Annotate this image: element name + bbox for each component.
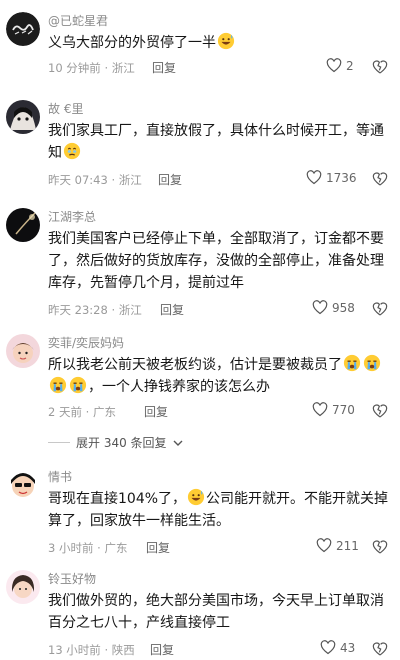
- comment-text-part: 义乌大部分的外贸停了一半: [48, 35, 216, 51]
- like-count: 43: [340, 640, 356, 655]
- like-button[interactable]: 770: [312, 402, 355, 417]
- chevron-down-icon: [173, 440, 183, 446]
- time-location: 昨天 23:28 · 浙江: [48, 303, 142, 317]
- time-location: 3 小时前 · 广东: [48, 541, 128, 555]
- crying-emoji: [343, 354, 361, 372]
- reply-button[interactable]: 回复: [158, 171, 182, 188]
- comment-text: 我们做外贸的，绝大部分美国市场，今天早上订单取消百分之七八十，产线直接停工: [48, 590, 394, 634]
- comment-text: 我们家具工厂，直接放假了，具体什么时候开工，等通知: [48, 120, 394, 164]
- like-button[interactable]: 1736: [306, 170, 357, 185]
- text-avatar-icon: [6, 12, 40, 46]
- cartoon-avatar-icon: [6, 468, 40, 502]
- like-button[interactable]: 43: [320, 640, 355, 655]
- broken-heart-icon[interactable]: [372, 171, 388, 187]
- girl-avatar-icon: [6, 570, 40, 604]
- dark-avatar-icon: [6, 208, 40, 242]
- grin-sweat-emoji: [187, 488, 205, 506]
- divider: [48, 442, 70, 443]
- comment-text-part: 所以我老公前天被老板约谈，估计是要被裁员了: [48, 357, 342, 373]
- comment-text-part: ，一个人挣钱养家的该怎么办: [88, 379, 270, 395]
- broken-heart-icon[interactable]: [372, 403, 388, 419]
- like-count: 211: [336, 538, 359, 553]
- grin-sweat-emoji: [217, 32, 235, 50]
- comment-text-part: 我们做外贸的，绝大部分美国市场，今天早上订单取消百分之七八十，产线直接停工: [48, 593, 384, 631]
- crying-emoji: [49, 376, 67, 394]
- time-location: 13 小时前 · 陕西: [48, 643, 135, 657]
- reply-button[interactable]: 回复: [150, 641, 174, 658]
- comment-text: 义乌大部分的外贸停了一半: [48, 32, 394, 54]
- broken-heart-icon[interactable]: [372, 539, 388, 555]
- heart-icon: [326, 58, 342, 73]
- heart-icon: [312, 402, 328, 417]
- username[interactable]: 故 €里: [48, 100, 83, 117]
- like-count: 2: [346, 58, 354, 73]
- like-count: 770: [332, 402, 355, 417]
- avatar[interactable]: [6, 570, 40, 604]
- broken-heart-icon[interactable]: [372, 59, 388, 75]
- avatar[interactable]: [6, 334, 40, 368]
- child-avatar-icon: [6, 334, 40, 368]
- username[interactable]: 江湖李总: [48, 208, 96, 225]
- like-count: 958: [332, 300, 355, 315]
- like-count: 1736: [326, 170, 357, 185]
- reply-button[interactable]: 回复: [160, 301, 184, 318]
- username[interactable]: @已蛇星君: [48, 12, 108, 29]
- username[interactable]: 奕菲/奕辰妈妈: [48, 334, 124, 351]
- anime-avatar-icon: [6, 100, 40, 134]
- expand-replies-label: 展开 340 条回复: [76, 436, 167, 450]
- username[interactable]: 情书: [48, 468, 72, 485]
- broken-heart-icon[interactable]: [372, 301, 388, 317]
- comment-text-part: 我们美国客户已经停止下单，全部取消了，订金都不要了，然后做好的货放库存，没做的全…: [48, 231, 384, 291]
- heart-icon: [306, 170, 322, 185]
- like-button[interactable]: 958: [312, 300, 355, 315]
- avatar[interactable]: [6, 468, 40, 502]
- comment-text-part: 我们家具工厂，直接放假了，具体什么时候开工，等通知: [48, 123, 384, 161]
- expand-replies-button[interactable]: 展开 340 条回复: [48, 434, 183, 451]
- crying-emoji: [363, 354, 381, 372]
- heart-icon: [320, 640, 336, 655]
- reply-button[interactable]: 回复: [146, 539, 170, 556]
- comment-text-part: 哥现在直接104%了，: [48, 491, 187, 507]
- time-location: 昨天 07:43 · 浙江: [48, 173, 142, 187]
- comment-text: 哥现在直接104%了， 公司能开就开。不能开就关掉算了，回家放牛一样能生活。: [48, 488, 394, 532]
- comment-text: 我们美国客户已经停止下单，全部取消了，订金都不要了，然后做好的货放库存，没做的全…: [48, 228, 394, 294]
- avatar[interactable]: [6, 208, 40, 242]
- time-location: 2 天前 · 广东: [48, 405, 116, 419]
- time-location: 10 分钟前 · 浙江: [48, 61, 135, 75]
- like-button[interactable]: 2: [326, 58, 354, 73]
- like-button[interactable]: 211: [316, 538, 359, 553]
- avatar[interactable]: [6, 100, 40, 134]
- avatar[interactable]: [6, 12, 40, 46]
- crying-emoji: [69, 376, 87, 394]
- username[interactable]: 铃玉好物: [48, 570, 96, 587]
- heart-icon: [312, 300, 328, 315]
- reply-button[interactable]: 回复: [152, 59, 176, 76]
- broken-heart-icon[interactable]: [372, 641, 388, 657]
- holding-tears-emoji: [63, 142, 81, 160]
- comment-text: 所以我老公前天被老板约谈，估计是要被裁员了 ，一个人挣钱养家的该怎么办: [48, 354, 394, 398]
- reply-button[interactable]: 回复: [144, 403, 168, 420]
- heart-icon: [316, 538, 332, 553]
